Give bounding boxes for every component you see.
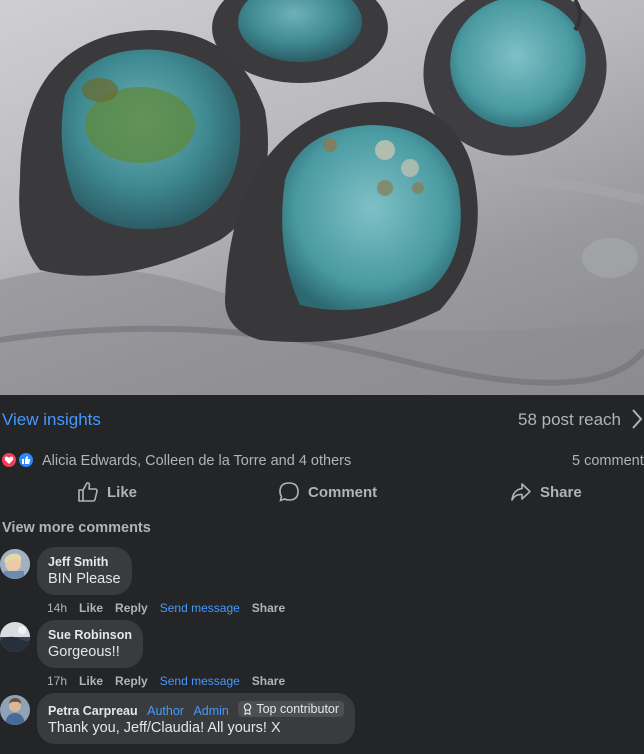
insights-row: View insights 58 post reach [0,395,644,443]
reaction-names[interactable]: Alicia Edwards, Colleen de la Torre and … [42,453,351,469]
reactions-summary[interactable]: Alicia Edwards, Colleen de la Torre and … [0,450,644,472]
like-icon [78,482,98,502]
like-button[interactable]: Like [77,480,137,504]
author-badge: Author [147,704,184,718]
comment-like-link[interactable]: Like [79,601,103,615]
comment-icon [279,482,299,502]
view-insights-link[interactable]: View insights [2,410,101,430]
admin-badge: Admin [193,704,229,718]
top-contributor-icon [244,703,252,715]
comment-button-label: Comment [308,483,378,501]
view-more-comments-link[interactable]: View more comments [2,520,151,536]
comment-meta: 14h Like Reply Send message Share [47,601,297,615]
comment-bubble: Jeff Smith BIN Please [37,547,132,595]
share-icon [511,483,531,501]
comment-reply-link[interactable]: Reply [115,601,148,615]
comment-bubble: Sue Robinson Gorgeous!! [37,620,144,668]
comment-text: BIN Please [48,571,121,587]
comment-button[interactable]: Comment [278,480,644,504]
chevron-right-icon[interactable] [630,408,644,430]
share-button-label: Share [540,483,582,501]
comment-author[interactable]: Sue Robinson [48,628,132,642]
top-contributor-badge[interactable]: Top contributor [238,701,345,717]
comment-like-link[interactable]: Like [79,674,103,688]
share-button[interactable]: Share [510,480,582,504]
comment-text: Thank you, Jeff/Claudia! All yours! X [48,720,281,736]
comment-text: Gorgeous!! [48,644,120,660]
send-message-link[interactable]: Send message [160,674,240,688]
like-reaction-icon [17,451,35,469]
comment-time[interactable]: 17h [47,674,67,688]
comment-share-link[interactable]: Share [252,674,285,688]
send-message-link[interactable]: Send message [160,601,240,615]
comment-share-link[interactable]: Share [252,601,285,615]
comment-author-row: Petra Carpreau Author Admin Top contribu… [48,701,345,718]
post-actions: Like Comment Share [0,478,644,506]
comment-meta: 17h Like Reply Send message Share [47,674,297,688]
heart-reaction-icon [0,451,18,469]
comment-author[interactable]: Jeff Smith [48,555,121,569]
avatar[interactable] [0,549,30,579]
top-contributor-label: Top contributor [256,702,340,716]
avatar[interactable] [0,622,30,652]
comment-bubble: Petra Carpreau Author Admin Top contribu… [37,693,356,744]
comment-author[interactable]: Petra Carpreau [48,704,138,718]
comment-time[interactable]: 14h [47,601,67,615]
like-button-label: Like [107,483,138,501]
post-reach: 58 post reach [517,410,621,429]
post-photo[interactable] [0,0,644,395]
comment-count[interactable]: 5 comments [572,453,644,469]
comment-reply-link[interactable]: Reply [115,674,148,688]
avatar[interactable] [0,695,30,725]
